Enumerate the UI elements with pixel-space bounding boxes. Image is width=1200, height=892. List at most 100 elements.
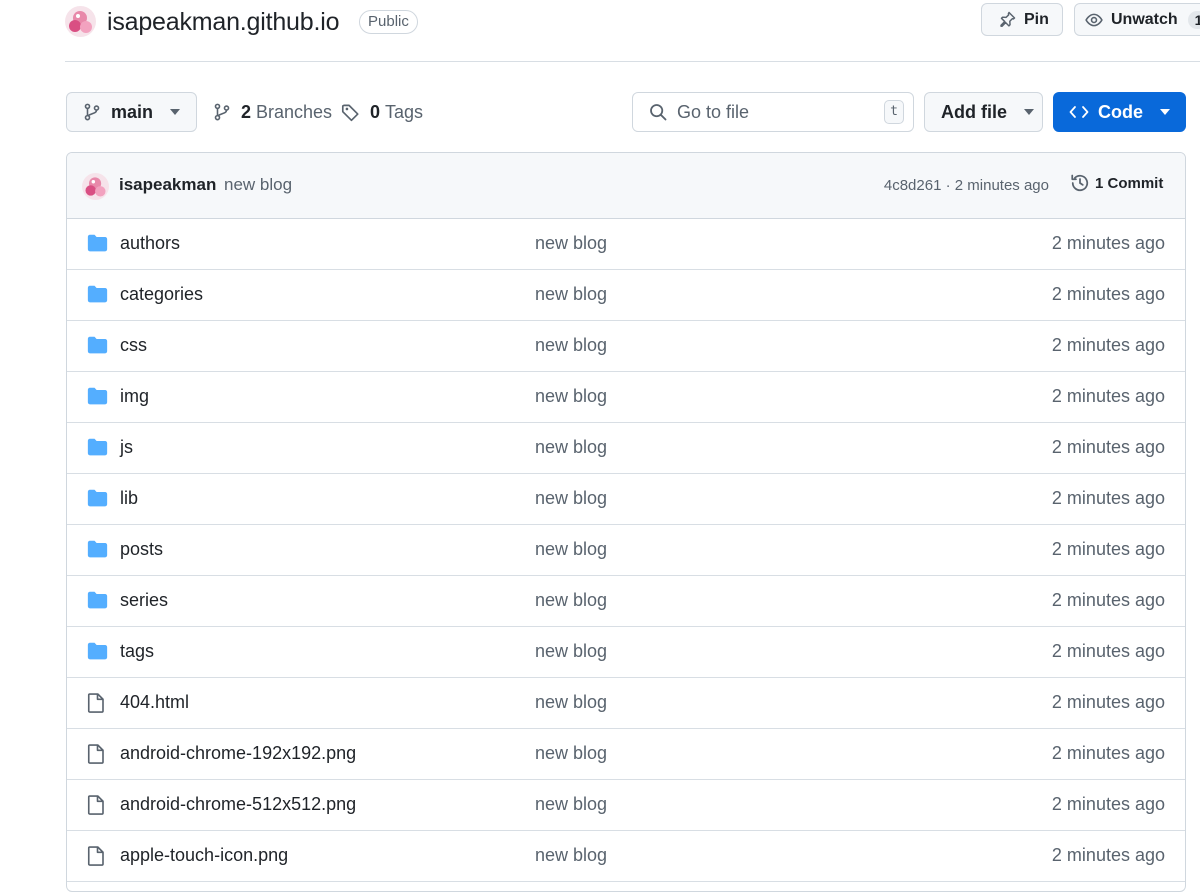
file-row[interactable]: android-chrome-192x192.png new blog 2 minu…: [67, 729, 1185, 780]
file-row[interactable]: img new blog 2 minutes ago: [67, 372, 1185, 423]
file-name-link[interactable]: series: [120, 590, 168, 611]
add-file-label: Add file: [941, 101, 1007, 122]
file-name-link[interactable]: android-chrome-192x192.png: [120, 743, 356, 764]
branch-icon: [213, 103, 231, 121]
caret-down-icon: [1024, 109, 1034, 115]
file-name-link[interactable]: posts: [120, 539, 163, 560]
file-row[interactable]: apple-touch-icon.png new blog 2 minutes ag…: [67, 831, 1185, 882]
folder-icon: [87, 336, 108, 354]
caret-down-icon: [170, 109, 181, 115]
file-name-link[interactable]: img: [120, 386, 149, 407]
branch-selector[interactable]: main: [66, 92, 197, 132]
file-list: authors new blog 2 minutes ago categories ne…: [67, 219, 1185, 882]
pin-icon: [998, 11, 1016, 29]
file-commit-message-link[interactable]: new blog: [535, 590, 607, 611]
folder-icon: [87, 591, 108, 609]
file-commit-message-link[interactable]: new blog: [535, 386, 607, 407]
visibility-badge: Public: [359, 10, 418, 34]
file-commit-message-link[interactable]: new blog: [535, 539, 607, 560]
file-commit-age: 2 minutes ago: [1051, 386, 1165, 406]
latest-commit-bar: isapeakman new blog 4c8d261 · 2 minutes …: [67, 153, 1185, 219]
file-commit-message-link[interactable]: new blog: [535, 641, 607, 662]
file-icon: [87, 795, 105, 815]
commit-count-label: 1 Commit: [1095, 174, 1164, 192]
folder-icon: [87, 540, 108, 558]
file-row[interactable]: authors new blog 2 minutes ago: [67, 219, 1185, 270]
file-row[interactable]: css new blog 2 minutes ago: [67, 321, 1185, 372]
file-commit-age: 2 minutes ago: [1051, 590, 1165, 610]
unwatch-button[interactable]: Unwatch 1: [1074, 3, 1200, 36]
tags-label: Tags: [385, 101, 424, 122]
tags-link[interactable]: 0 Tags: [341, 100, 423, 124]
commits-history-link[interactable]: 1 Commit: [1070, 173, 1163, 193]
folder-icon: [87, 489, 108, 507]
commit-author-avatar[interactable]: [82, 173, 109, 200]
caret-down-icon: [1160, 109, 1170, 115]
file-commit-message-link[interactable]: new blog: [535, 437, 607, 458]
file-commit-message-link[interactable]: new blog: [535, 284, 607, 305]
file-row[interactable]: 404.html new blog 2 minutes ago: [67, 678, 1185, 729]
file-name-link[interactable]: categories: [120, 284, 203, 305]
file-row[interactable]: lib new blog 2 minutes ago: [67, 474, 1185, 525]
unwatch-label: Unwatch: [1111, 10, 1178, 28]
branches-label: Branches: [256, 101, 333, 122]
file-commit-message-link[interactable]: new blog: [535, 845, 607, 866]
file-commit-message-link[interactable]: new blog: [535, 233, 607, 254]
file-commit-age: 2 minutes ago: [1051, 437, 1165, 457]
file-name-link[interactable]: lib: [120, 488, 138, 509]
file-commit-message-link[interactable]: new blog: [535, 335, 607, 356]
file-name-link[interactable]: apple-touch-icon.png: [120, 845, 288, 866]
folder-icon: [87, 642, 108, 660]
file-row[interactable]: js new blog 2 minutes ago: [67, 423, 1185, 474]
watch-count: 1: [1187, 10, 1200, 29]
commit-author-link[interactable]: isapeakman: [119, 175, 216, 195]
pin-button[interactable]: Pin: [981, 3, 1063, 36]
branches-link[interactable]: 2 Branches: [213, 100, 332, 124]
file-commit-age: 2 minutes ago: [1051, 692, 1165, 712]
file-icon: [87, 693, 105, 713]
search-icon: [649, 103, 667, 121]
file-commit-message-link[interactable]: new blog: [535, 743, 607, 764]
eye-icon: [1085, 11, 1103, 29]
file-row[interactable]: android-chrome-512x512.png new blog 2 minu…: [67, 780, 1185, 831]
file-commit-message-link[interactable]: new blog: [535, 692, 607, 713]
file-commit-age: 2 minutes ago: [1051, 335, 1165, 355]
file-commit-age: 2 minutes ago: [1051, 794, 1165, 814]
file-name-link[interactable]: android-chrome-512x512.png: [120, 794, 356, 815]
file-row[interactable]: posts new blog 2 minutes ago: [67, 525, 1185, 576]
repo-name-link[interactable]: isapeakman.github.io: [107, 6, 339, 39]
commit-sha-and-time[interactable]: 4c8d261 · 2 minutes ago: [884, 177, 1049, 194]
keyboard-shortcut-hint: t: [884, 100, 904, 124]
code-icon: [1069, 103, 1089, 121]
file-icon: [87, 744, 105, 764]
file-commit-age: 2 minutes ago: [1051, 233, 1165, 253]
file-commit-message-link[interactable]: new blog: [535, 488, 607, 509]
file-icon: [87, 846, 105, 866]
go-to-file-input[interactable]: Go to file t: [632, 92, 914, 132]
folder-icon: [87, 285, 108, 303]
branch-icon: [83, 103, 101, 121]
pin-label: Pin: [1024, 10, 1049, 28]
code-label: Code: [1098, 101, 1143, 122]
history-icon: [1070, 173, 1090, 193]
file-row[interactable]: tags new blog 2 minutes ago: [67, 627, 1185, 678]
header-divider: [65, 61, 1200, 62]
file-commit-age: 2 minutes ago: [1051, 284, 1165, 304]
file-row[interactable]: categories new blog 2 minutes ago: [67, 270, 1185, 321]
file-name-link[interactable]: css: [120, 335, 147, 356]
folder-icon: [87, 438, 108, 456]
add-file-button[interactable]: Add file: [924, 92, 1043, 132]
file-commit-message-link[interactable]: new blog: [535, 794, 607, 815]
branches-count: 2: [241, 101, 252, 122]
file-name-link[interactable]: tags: [120, 641, 154, 662]
tags-count: 0: [370, 101, 381, 122]
file-name-link[interactable]: 404.html: [120, 692, 189, 713]
search-placeholder: Go to file: [677, 101, 750, 122]
code-button[interactable]: Code: [1053, 92, 1186, 132]
commit-message-link[interactable]: new blog: [224, 175, 292, 195]
file-row[interactable]: series new blog 2 minutes ago: [67, 576, 1185, 627]
file-name-link[interactable]: authors: [120, 233, 180, 254]
tag-icon: [341, 103, 360, 122]
file-name-link[interactable]: js: [120, 437, 133, 458]
repo-owner-avatar[interactable]: [65, 6, 96, 37]
